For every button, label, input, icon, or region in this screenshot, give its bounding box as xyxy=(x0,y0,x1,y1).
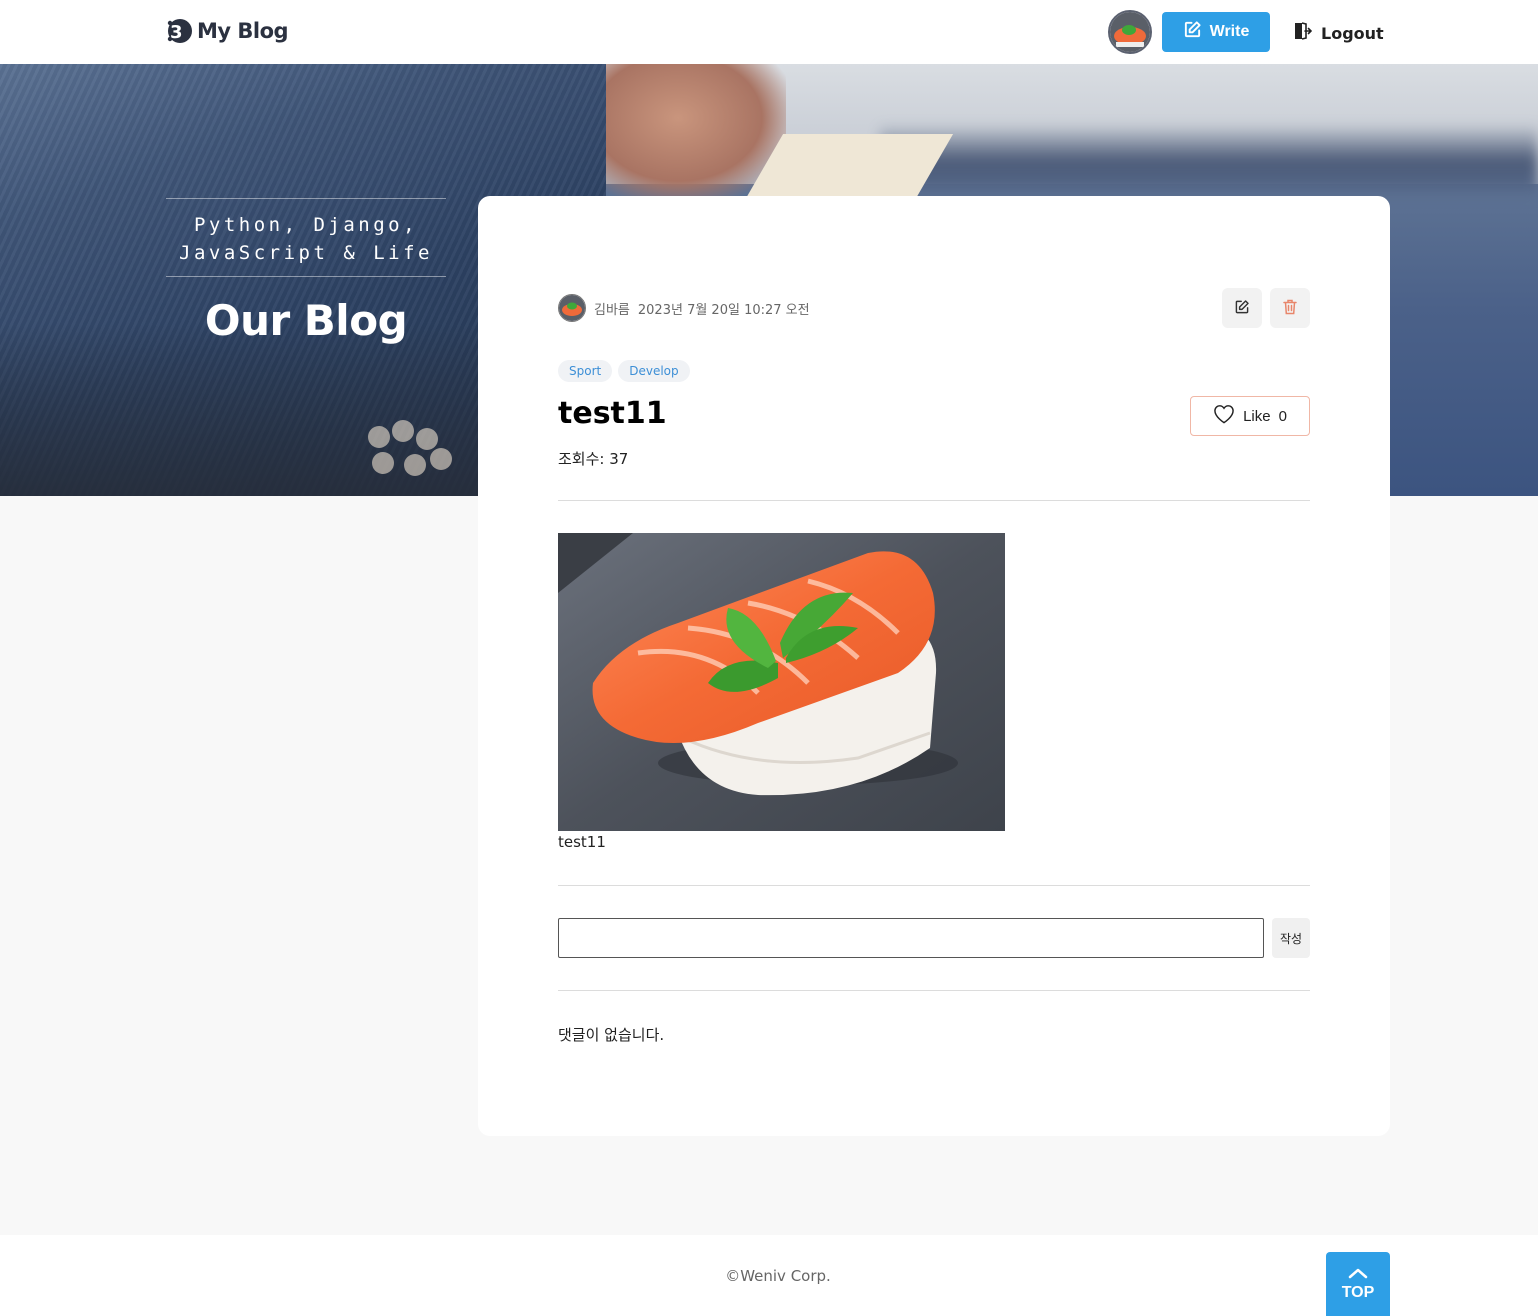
logout-icon xyxy=(1292,21,1313,45)
post-meta: 김바름 2023년 7월 20일 10:27 오전 xyxy=(558,294,810,322)
divider xyxy=(558,885,1310,886)
post-tags: Sport Develop xyxy=(558,360,690,382)
top-label: TOP xyxy=(1341,1284,1375,1301)
user-avatar[interactable] xyxy=(1108,10,1152,54)
write-button[interactable]: Write xyxy=(1162,12,1270,52)
pencil-square-icon xyxy=(1183,20,1202,44)
author-name: 김바름 xyxy=(594,302,630,318)
view-count: 조회수: 37 xyxy=(558,450,629,468)
tagline-line-2: JavaScript & Life xyxy=(179,242,433,264)
logout-button[interactable]: Logout xyxy=(1292,18,1384,48)
hero-shore xyxy=(880,124,1538,194)
hero-title: Our Blog xyxy=(204,296,408,345)
post-card: 김바름 2023년 7월 20일 10:27 오전 Sport Develop … xyxy=(478,196,1390,1136)
like-button[interactable]: Like 0 xyxy=(1190,396,1310,436)
heart-icon xyxy=(1213,404,1235,428)
trash-icon xyxy=(1283,299,1297,318)
tagline-line-1: Python, Django, xyxy=(193,214,419,236)
top-header: 3 My Blog Write Logout xyxy=(0,0,1538,64)
scroll-top-button[interactable]: TOP xyxy=(1326,1252,1390,1316)
like-label: Like xyxy=(1243,407,1271,425)
divider xyxy=(558,500,1310,501)
write-label: Write xyxy=(1209,23,1250,40)
post-date: 2023년 7월 20일 10:27 오전 xyxy=(637,302,810,318)
edit-post-button[interactable] xyxy=(1222,288,1262,328)
post-title: test11 xyxy=(558,396,667,431)
like-count: 0 xyxy=(1278,407,1287,425)
author-avatar xyxy=(558,294,586,322)
divider xyxy=(558,990,1310,991)
page-footer: ©Weniv Corp. TOP xyxy=(0,1235,1538,1316)
logo-icon: 3 xyxy=(165,17,193,45)
chevron-up-icon xyxy=(1348,1266,1368,1284)
copyright-text: ©Weniv Corp. xyxy=(725,1267,831,1285)
comment-input[interactable] xyxy=(558,918,1264,958)
hero-tagline: Python, Django, JavaScript & Life xyxy=(166,198,446,277)
hero-lights xyxy=(360,414,480,484)
tag-develop[interactable]: Develop xyxy=(618,360,690,382)
edit-icon xyxy=(1234,299,1250,318)
comment-submit-button[interactable]: 작성 xyxy=(1272,918,1310,958)
logo-text: My Blog xyxy=(197,19,289,43)
empty-comments-message: 댓글이 없습니다. xyxy=(558,1026,665,1044)
tag-sport[interactable]: Sport xyxy=(558,360,613,382)
delete-post-button[interactable] xyxy=(1270,288,1310,328)
post-image xyxy=(558,533,1005,831)
site-logo[interactable]: 3 My Blog xyxy=(165,17,289,45)
logout-label: Logout xyxy=(1321,23,1384,43)
image-caption: test11 xyxy=(558,833,606,851)
